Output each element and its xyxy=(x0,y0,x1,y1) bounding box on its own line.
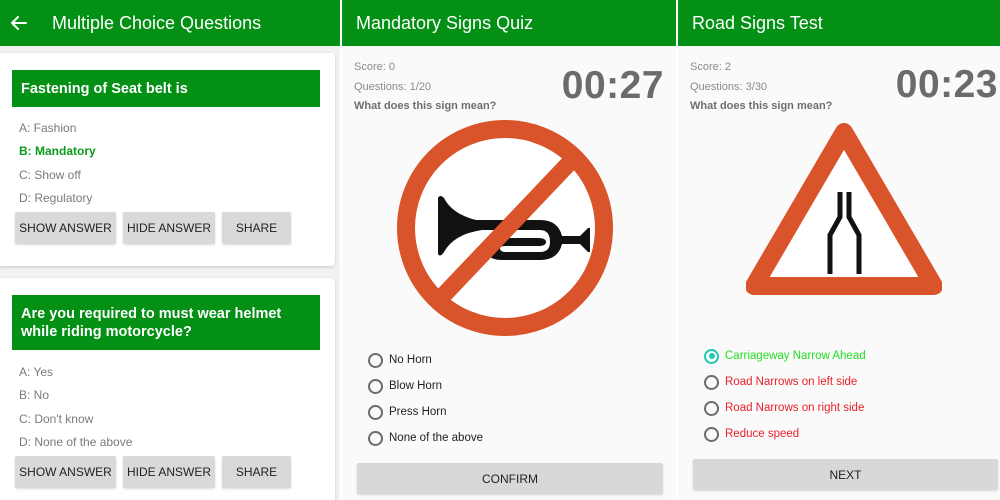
option-d: D: Regulatory xyxy=(19,190,93,205)
question-text: Fastening of Seat belt is xyxy=(12,70,320,107)
option-c: C: Don't know xyxy=(19,411,94,426)
option-label: None of the above xyxy=(389,432,483,444)
option-label: Carriageway Narrow Ahead xyxy=(725,350,866,362)
radio-button[interactable] xyxy=(704,374,719,390)
radio-button[interactable] xyxy=(704,426,719,442)
score-label: Score: 2 xyxy=(690,61,731,73)
countdown-timer: 00:23 xyxy=(895,63,998,106)
share-button[interactable]: SHARE xyxy=(222,456,291,489)
screen-title: Multiple Choice Questions xyxy=(52,12,262,33)
radio-button[interactable] xyxy=(368,378,383,394)
option-label: Road Narrows on left side xyxy=(725,376,858,388)
answer-option-selected[interactable]: Carriageway Narrow Ahead xyxy=(704,343,866,369)
app-bar: Mandatory Signs Quiz xyxy=(342,0,676,46)
mcq-screen: Multiple Choice Questions Fastening of S… xyxy=(0,0,340,500)
radio-button[interactable] xyxy=(368,430,383,446)
option-b-correct: B: Mandatory xyxy=(19,144,96,159)
option-c: C: Show off xyxy=(19,167,81,182)
answer-options: No Horn Blow Horn Press Horn None of the… xyxy=(368,347,483,451)
mandatory-quiz-screen: Mandatory Signs Quiz Score: 0 Questions:… xyxy=(342,0,676,500)
option-label: Road Narrows on right side xyxy=(725,402,865,414)
question-prompt: What does this sign mean? xyxy=(354,100,497,112)
option-a: A: Yes xyxy=(19,365,54,379)
back-arrow-icon[interactable] xyxy=(8,12,30,34)
option-b: B: No xyxy=(19,388,50,403)
show-answer-button[interactable]: SHOW ANSWER xyxy=(15,212,116,245)
confirm-button[interactable]: CONFIRM xyxy=(357,463,663,494)
option-label: Blow Horn xyxy=(389,380,443,392)
app-bar: Multiple Choice Questions xyxy=(0,0,340,46)
answer-option[interactable]: Road Narrows on right side xyxy=(704,395,866,421)
answer-option[interactable]: None of the above xyxy=(368,425,483,451)
radio-button[interactable] xyxy=(368,352,383,368)
option-label: Press Horn xyxy=(389,406,447,418)
answer-option[interactable]: Road Narrows on left side xyxy=(704,369,866,395)
option-a: A: Fashion xyxy=(19,121,77,135)
question-card: Are you required to must wear helmet whi… xyxy=(0,278,335,500)
show-answer-button[interactable]: SHOW ANSWER xyxy=(15,456,116,489)
option-d: D: None of the above xyxy=(19,434,133,449)
option-label: No Horn xyxy=(389,354,432,366)
screen-title: Mandatory Signs Quiz xyxy=(356,12,534,33)
answer-option[interactable]: Press Horn xyxy=(368,399,483,425)
answer-option[interactable]: Reduce speed xyxy=(704,421,866,447)
hide-answer-button[interactable]: HIDE ANSWER xyxy=(123,456,215,489)
question-text: Are you required to must wear helmet whi… xyxy=(12,295,320,350)
screen-title: Road Signs Test xyxy=(692,12,823,33)
radio-button-checked[interactable] xyxy=(704,348,719,364)
countdown-timer: 00:27 xyxy=(561,64,664,107)
road-signs-test-screen: Road Signs Test Score: 2 Questions: 3/30… xyxy=(678,0,1000,500)
no-horn-sign-icon xyxy=(397,120,613,336)
radio-button[interactable] xyxy=(704,400,719,416)
hide-answer-button[interactable]: HIDE ANSWER xyxy=(123,212,215,245)
app-bar: Road Signs Test xyxy=(678,0,1000,46)
radio-button[interactable] xyxy=(368,404,383,420)
answer-option[interactable]: Blow Horn xyxy=(368,373,483,399)
next-button[interactable]: NEXT xyxy=(693,459,998,490)
question-counter: Questions: 3/30 xyxy=(690,81,768,93)
share-button[interactable]: SHARE xyxy=(222,212,291,245)
answer-option[interactable]: No Horn xyxy=(368,347,483,373)
carriageway-narrows-sign-icon xyxy=(746,123,942,295)
option-label: Reduce speed xyxy=(725,428,800,440)
question-prompt: What does this sign mean? xyxy=(690,100,833,112)
score-label: Score: 0 xyxy=(354,61,395,73)
answer-options: Carriageway Narrow Ahead Road Narrows on… xyxy=(704,343,866,447)
question-card: Fastening of Seat belt is A: Fashion B: … xyxy=(0,53,335,266)
question-counter: Questions: 1/20 xyxy=(354,81,432,93)
